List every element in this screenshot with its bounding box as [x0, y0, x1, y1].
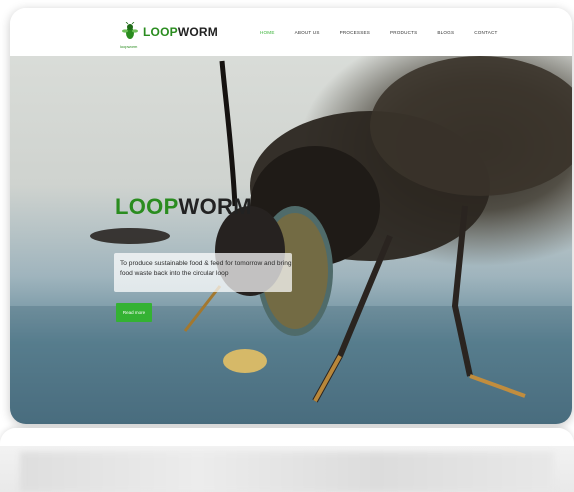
logo-text-worm: WORM — [177, 25, 218, 39]
nav-contact[interactable]: CONTACT — [474, 30, 497, 35]
hero-section: LOOPWORM To produce sustainable food & f… — [10, 56, 572, 424]
fly-logo-icon — [122, 22, 138, 39]
hero-title-worm: WORM — [178, 194, 252, 219]
logo[interactable]: LOOP WORM — [122, 22, 218, 42]
logo-text-loop: LOOP — [143, 25, 178, 39]
nav-about-us[interactable]: ABOUT US — [295, 30, 320, 35]
hero-tagline: To produce sustainable food & feed for t… — [120, 260, 292, 277]
preview-blurred-content — [20, 452, 554, 492]
nav-processes[interactable]: PROCESSES — [340, 30, 370, 35]
next-section-preview — [0, 428, 574, 492]
hero-title: LOOPWORM — [115, 194, 252, 220]
preview-strip — [0, 428, 574, 446]
main-nav: HOME ABOUT US PROCESSES PRODUCTS BLOGS C… — [260, 30, 518, 35]
nav-home[interactable]: HOME — [260, 30, 275, 35]
hero-title-loop: LOOP — [115, 194, 179, 219]
page-frame: LOOP WORM loopworm HOME ABOUT US PROCESSE… — [10, 8, 572, 424]
read-more-button[interactable]: Read more — [116, 303, 152, 322]
hero-fly-image — [10, 56, 572, 424]
nav-products[interactable]: PRODUCTS — [390, 30, 417, 35]
nav-blogs[interactable]: BLOGS — [437, 30, 454, 35]
navbar: LOOP WORM loopworm HOME ABOUT US PROCESSE… — [10, 8, 572, 56]
logo-subtext: loopworm — [120, 44, 138, 49]
